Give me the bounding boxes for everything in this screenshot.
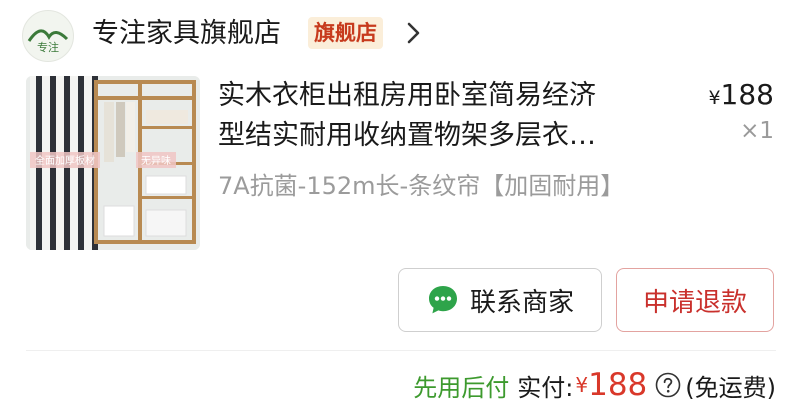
product-price: ¥188	[708, 78, 774, 115]
request-refund-button[interactable]: 申请退款	[616, 268, 774, 332]
pay-later-label[interactable]: 先用后付	[413, 368, 509, 403]
image-overlay-text: 全面加厚板材	[35, 154, 95, 167]
free-shipping-label: (免运费)	[685, 373, 776, 402]
contact-merchant-button[interactable]: 联系商家	[398, 268, 602, 332]
product-title-line: 型结实耐用收纳置物架多层衣…	[218, 120, 596, 151]
chevron-right-icon[interactable]	[399, 18, 429, 48]
flagship-badge: 旗舰店	[308, 17, 383, 49]
shop-logo[interactable]: 专注	[22, 10, 74, 62]
image-overlay-text: 无异味	[141, 155, 171, 167]
shop-logo-text: 专注	[37, 40, 59, 54]
product-variant: 7A抗菌-152m长-条纹帘【加固耐用】	[218, 172, 625, 200]
contact-merchant-label: 联系商家	[469, 287, 574, 318]
request-refund-label: 申请退款	[642, 287, 747, 318]
paid-currency: ¥	[575, 373, 589, 397]
shop-name[interactable]: 专注家具旗舰店	[92, 14, 281, 54]
divider	[26, 350, 776, 351]
wardrobe-image: 全面加厚板材 无异味	[26, 76, 200, 250]
price-currency: ¥	[708, 87, 721, 109]
payment-summary: 先用后付 实付: ¥ 188 (免运费)	[413, 365, 776, 405]
price-value: 188	[720, 78, 774, 111]
chat-bubble-icon	[428, 286, 457, 314]
shop-logo-icon: 专注	[27, 29, 69, 54]
paid-amount: 188	[588, 367, 648, 403]
help-icon[interactable]	[655, 372, 681, 398]
product-title-line: 实木衣柜出租房用卧室简易经济	[218, 80, 596, 111]
product-quantity: ×1	[740, 118, 774, 144]
paid-label: 实付:	[517, 373, 574, 402]
product-image[interactable]: 全面加厚板材 无异味	[26, 76, 200, 250]
product-title[interactable]: 实木衣柜出租房用卧室简易经济 型结实耐用收纳置物架多层衣…	[218, 76, 658, 156]
